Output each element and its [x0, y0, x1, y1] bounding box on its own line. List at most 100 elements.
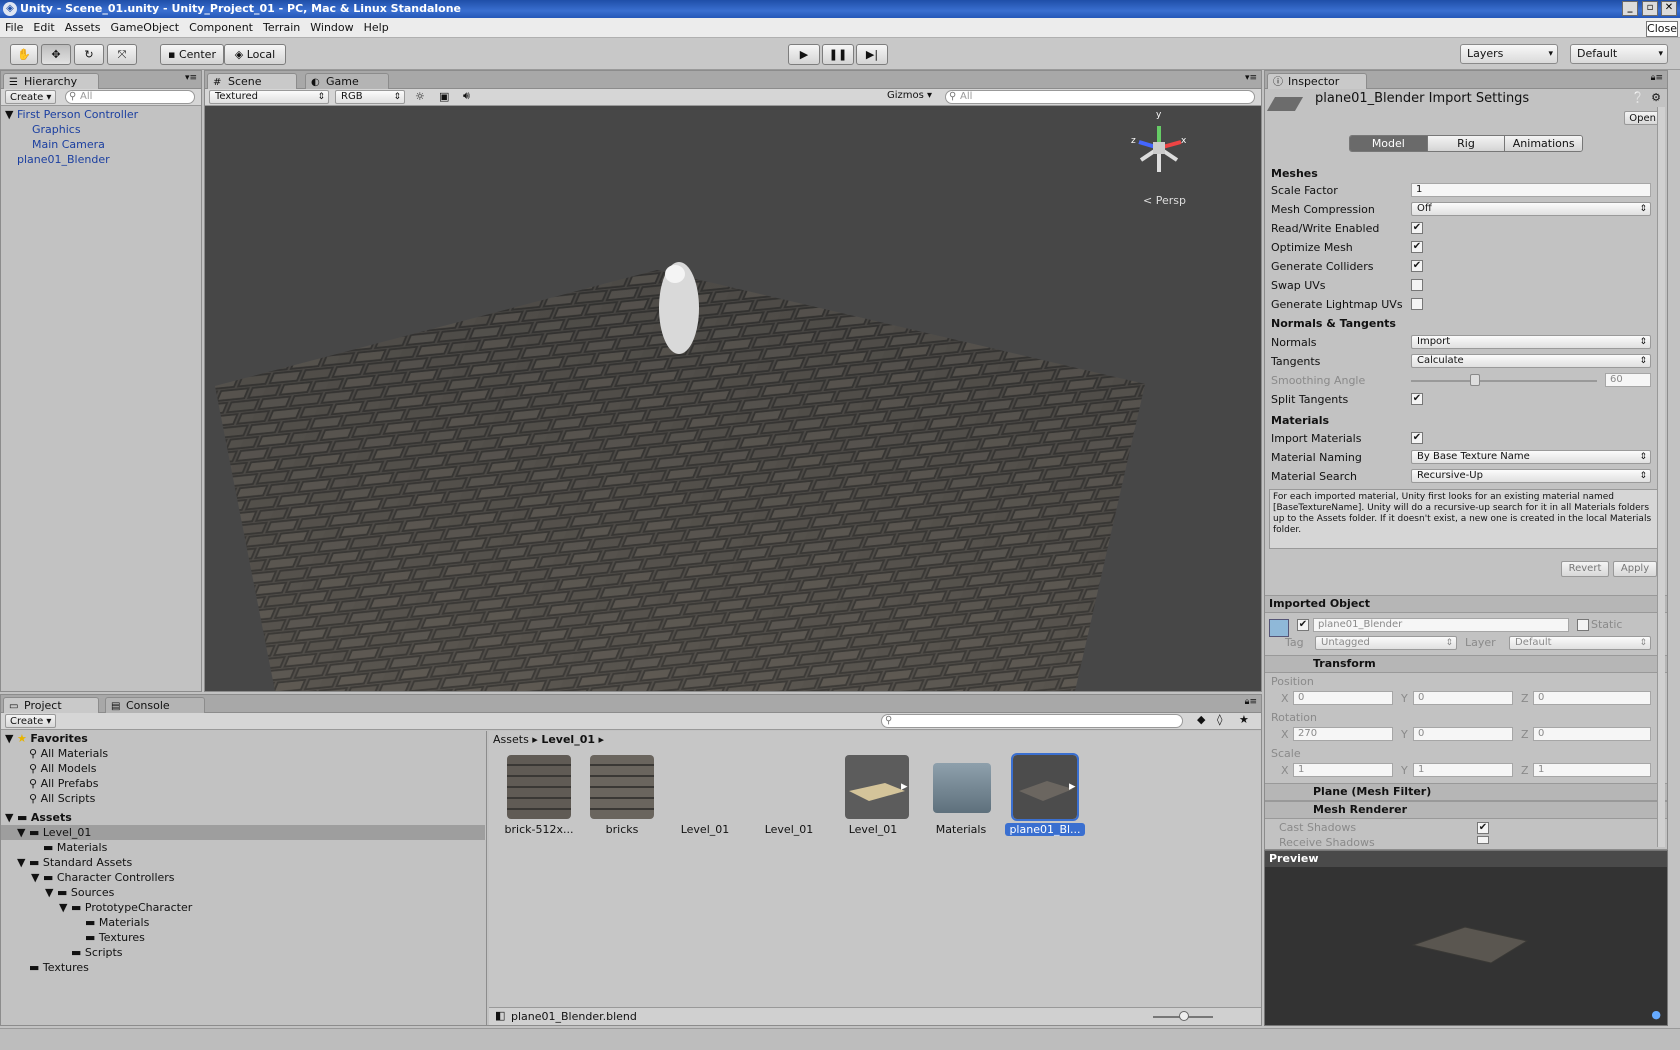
tree-item[interactable]: ▬ Materials	[5, 840, 485, 855]
hierarchy-create-button[interactable]: Create ▾	[5, 90, 57, 104]
tree-item[interactable]: ▼ ▬ Standard Assets	[5, 855, 485, 870]
position-x-field[interactable]: 0	[1293, 691, 1393, 705]
rotation-z-field[interactable]: 0	[1533, 727, 1651, 741]
tree-item[interactable]: ▬ Textures	[5, 930, 485, 945]
menu-file[interactable]: File	[0, 18, 28, 37]
breadcrumb-assets[interactable]: Assets	[493, 733, 529, 746]
pivot-local-button[interactable]: ◈ Local	[224, 44, 286, 65]
tab-inspector[interactable]: ⓘ Inspector	[1267, 73, 1367, 89]
close-window-button[interactable]: ✕	[1661, 1, 1677, 16]
tab-hierarchy[interactable]: ☰ Hierarchy	[3, 73, 99, 89]
lighting-icon[interactable]: ☼	[415, 90, 425, 103]
position-z-field[interactable]: 0	[1533, 691, 1651, 705]
pivot-center-button[interactable]: ▪ Center	[160, 44, 224, 65]
static-checkbox[interactable]	[1577, 619, 1589, 631]
hand-tool-button[interactable]: ✋	[10, 44, 38, 65]
maximize-button[interactable]: ▫	[1642, 1, 1658, 16]
normals-dropdown[interactable]: Import	[1411, 335, 1651, 349]
tree-item[interactable]: ▬ Scripts	[5, 945, 485, 960]
project-search-input[interactable]	[881, 714, 1183, 728]
optimize-mesh-checkbox[interactable]: ✔	[1411, 241, 1423, 253]
favorites-row[interactable]: ▼ ★ Favorites	[5, 731, 485, 746]
thumbnail-size-handle[interactable]	[1179, 1011, 1189, 1021]
material-naming-dropdown[interactable]: By Base Texture Name	[1411, 450, 1651, 464]
hierarchy-item[interactable]: Graphics	[5, 122, 138, 137]
projection-label[interactable]: < Persp	[1143, 194, 1186, 207]
expand-arrow-icon[interactable]: ▼	[5, 108, 13, 121]
tree-item[interactable]: ▼ ▬ PrototypeCharacter	[5, 900, 485, 915]
mesh-renderer-header[interactable]: Mesh Renderer	[1265, 801, 1667, 819]
smoothing-slider-handle[interactable]	[1470, 374, 1480, 386]
tree-item[interactable]: ▬ Textures	[5, 960, 485, 975]
gizmos-dropdown[interactable]: Gizmos ▾	[887, 90, 932, 101]
expand-arrow-icon[interactable]: ▸	[1069, 779, 1076, 794]
tab-rig[interactable]: Rig	[1426, 136, 1505, 151]
split-tangents-checkbox[interactable]: ✔	[1411, 393, 1423, 405]
tag-dropdown[interactable]: Untagged	[1315, 636, 1457, 650]
panel-menu-icon[interactable]: ▾≡	[1245, 73, 1257, 83]
layout-dropdown[interactable]: Default	[1570, 44, 1668, 64]
hierarchy-item[interactable]: plane01_Blender	[5, 152, 138, 167]
tab-animations[interactable]: Animations	[1504, 136, 1582, 151]
lightmap-uvs-checkbox[interactable]	[1411, 298, 1423, 310]
settings-gear-icon[interactable]: ⚙	[1651, 91, 1661, 104]
read-write-checkbox[interactable]: ✔	[1411, 222, 1423, 234]
favorite-item[interactable]: ⚲ All Scripts	[5, 791, 485, 806]
asset-thumb-bricks-material[interactable]	[590, 755, 654, 819]
material-search-dropdown[interactable]: Recursive-Up	[1411, 469, 1651, 483]
tab-game[interactable]: ◐ Game	[305, 73, 389, 89]
scale-z-field[interactable]: 1	[1533, 763, 1651, 777]
menu-help[interactable]: Help	[359, 18, 394, 37]
asset-thumb-plane-selected[interactable]	[1011, 753, 1079, 821]
scale-tool-button[interactable]: ⤧	[107, 44, 137, 65]
pause-button[interactable]: ❚❚	[822, 44, 854, 65]
scene-search-input[interactable]: All	[945, 90, 1255, 104]
tab-scene[interactable]: # Scene	[207, 73, 297, 89]
layers-dropdown[interactable]: Layers	[1460, 44, 1558, 64]
cast-shadows-checkbox[interactable]: ✔	[1477, 822, 1489, 834]
scale-y-field[interactable]: 1	[1413, 763, 1513, 777]
menu-gameobject[interactable]: GameObject	[106, 18, 185, 37]
tab-model[interactable]: Model	[1350, 136, 1427, 151]
scale-x-field[interactable]: 1	[1293, 763, 1393, 777]
tangents-dropdown[interactable]: Calculate	[1411, 354, 1651, 368]
audio-icon[interactable]: 🔊︎	[463, 89, 470, 103]
asset-thumb-level-model[interactable]	[845, 755, 909, 819]
smoothing-slider-track[interactable]	[1411, 380, 1597, 382]
favorite-item[interactable]: ⚲ All Prefabs	[5, 776, 485, 791]
smoothing-angle-field[interactable]: 60	[1605, 373, 1651, 387]
play-button[interactable]: ▶	[788, 44, 820, 65]
help-icon[interactable]: ❔	[1631, 91, 1645, 104]
apply-button[interactable]: Apply	[1613, 561, 1657, 577]
active-checkbox[interactable]: ✔	[1297, 619, 1309, 631]
generate-colliders-checkbox[interactable]: ✔	[1411, 260, 1423, 272]
tab-console[interactable]: ▤ Console	[105, 697, 205, 713]
tree-item[interactable]: ▬ Materials	[5, 915, 485, 930]
filter-label-icon[interactable]: ◊	[1217, 713, 1222, 726]
layer-dropdown[interactable]: Default	[1509, 636, 1651, 650]
open-button[interactable]: Open	[1624, 111, 1661, 125]
minimize-button[interactable]: _	[1622, 1, 1638, 16]
rotation-x-field[interactable]: 270	[1293, 727, 1393, 741]
breadcrumb-level[interactable]: Level_01	[541, 733, 595, 746]
tab-project[interactable]: ▭ Project	[3, 697, 99, 713]
panel-menu-icon[interactable]: ▾≡	[185, 73, 197, 83]
preview-chat-icon[interactable]: ●	[1651, 1008, 1661, 1021]
revert-button[interactable]: Revert	[1561, 561, 1609, 577]
rotation-y-field[interactable]: 0	[1413, 727, 1513, 741]
panel-menu-icon[interactable]: 🔒︎≡	[1245, 697, 1257, 707]
step-button[interactable]: ▶|	[856, 44, 888, 65]
preview-render[interactable]	[1265, 867, 1669, 1025]
color-mode-dropdown[interactable]: RGB	[335, 90, 405, 104]
orientation-gizmo[interactable]: y x z	[1129, 110, 1189, 178]
swap-uvs-checkbox[interactable]	[1411, 279, 1423, 291]
position-y-field[interactable]: 0	[1413, 691, 1513, 705]
asset-thumb-brick-texture[interactable]	[507, 755, 571, 819]
mesh-filter-header[interactable]: Plane (Mesh Filter)	[1265, 783, 1667, 801]
hierarchy-search-input[interactable]: All	[65, 90, 195, 104]
menu-edit[interactable]: Edit	[28, 18, 59, 37]
menu-window[interactable]: Window	[305, 18, 358, 37]
hierarchy-item[interactable]: ▼ First Person Controller	[5, 107, 138, 122]
hierarchy-item[interactable]: Main Camera	[5, 137, 138, 152]
inspector-scrollbar[interactable]	[1657, 107, 1665, 847]
